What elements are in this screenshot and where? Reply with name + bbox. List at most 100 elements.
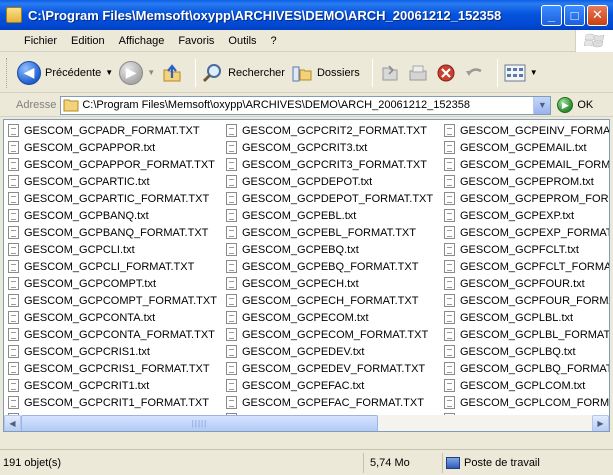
file-item[interactable]: GESCOM_GCPEINV_FORMAT.TXT — [444, 122, 609, 139]
delete-button[interactable] — [435, 57, 457, 89]
file-item[interactable]: GESCOM_GCPEFAC.txt — [226, 377, 433, 394]
text-file-icon — [8, 311, 19, 324]
file-item[interactable]: GESCOM_GCPCLI.txt — [8, 241, 217, 258]
up-folder-button[interactable] — [161, 57, 183, 89]
file-item[interactable]: GESCOM_GCPCRIT3_FORMAT.TXT — [226, 156, 433, 173]
views-dropdown-icon[interactable]: ▼ — [530, 68, 538, 77]
file-item[interactable]: GESCOM_GCPLBQ_FORMAT.TX — [444, 360, 609, 377]
address-input[interactable]: C:\Program Files\Memsoft\oxypp\ARCHIVES\… — [60, 95, 552, 115]
file-item[interactable]: GESCOM_GCPECOM.txt — [226, 309, 433, 326]
file-item[interactable]: GESCOM_GCPCRIT1.txt — [8, 377, 217, 394]
file-name: GESCOM_GCPCRIS1.txt — [24, 345, 150, 358]
forward-dropdown-icon[interactable]: ▼ — [147, 68, 155, 77]
file-item[interactable]: GESCOM_GCPEXP_FORMAT.TX — [444, 224, 609, 241]
file-item[interactable]: GESCOM_GCPECOM_FORMAT.TXT — [226, 326, 433, 343]
file-item[interactable]: GESCOM_GCPECH_FORMAT.TXT — [226, 292, 433, 309]
file-item[interactable]: GESCOM_GCPCLI_FORMAT.TXT — [8, 258, 217, 275]
file-item[interactable]: GESCOM_GCPECH.txt — [226, 275, 433, 292]
back-button[interactable]: ◀ Précédente ▼ — [17, 57, 113, 89]
menu-affichage[interactable]: Affichage — [112, 35, 172, 47]
file-item[interactable]: GESCOM_GCPLBQ.txt — [444, 343, 609, 360]
file-name: GESCOM_GCPEPROM_FORMAT — [460, 192, 609, 205]
back-dropdown-icon[interactable]: ▼ — [105, 68, 113, 77]
file-item[interactable]: GESCOM_GCPEMAIL_FORMAT — [444, 156, 609, 173]
file-item[interactable]: GESCOM_GCPFOUR.txt — [444, 275, 609, 292]
file-item[interactable]: GESCOM_GCPARTIC.txt — [8, 173, 217, 190]
file-item[interactable]: GESCOM_GCPCOMPT_FORMAT.TXT — [8, 292, 217, 309]
file-item[interactable]: GESCOM_GCPEXP.txt — [444, 207, 609, 224]
menu-favoris[interactable]: Favoris — [171, 35, 221, 47]
file-item[interactable]: GESCOM_GCPCONTA_FORMAT.TXT — [8, 326, 217, 343]
scroll-thumb[interactable]: ||||| — [21, 415, 378, 431]
file-item[interactable]: GESCOM_GCPLCOM.txt — [444, 377, 609, 394]
move-to-button[interactable] — [379, 57, 401, 89]
file-item[interactable]: GESCOM_GCPFCLT_FORMAT.T — [444, 258, 610, 275]
scroll-track[interactable]: ||||| — [21, 415, 592, 431]
address-dropdown-icon[interactable]: ▼ — [533, 96, 551, 114]
copy-to-button[interactable] — [407, 57, 429, 89]
menu-help[interactable]: ? — [264, 35, 284, 47]
file-name: GESCOM_GCPEPROM.txt — [460, 175, 594, 188]
file-item[interactable]: GESCOM_GCPEPROM.txt — [444, 173, 609, 190]
file-item[interactable]: GESCOM_GCPCRIS1.txt — [8, 343, 217, 360]
file-item[interactable]: GESCOM_GCPCRIT1_FORMAT.TXT — [8, 394, 217, 411]
text-file-icon — [444, 328, 455, 341]
file-item[interactable]: GESCOM_GCPDEPOT.txt — [226, 173, 433, 190]
undo-icon — [463, 62, 485, 84]
text-file-icon — [226, 345, 237, 358]
file-item[interactable]: GESCOM_GCPLCOM_FORMAT. — [444, 394, 609, 411]
file-item[interactable]: GESCOM_GCPCRIT2_FORMAT.TXT — [226, 122, 433, 139]
file-name: GESCOM_GCPARTIC_FORMAT.TXT — [24, 192, 210, 205]
text-file-icon — [8, 396, 19, 409]
file-list[interactable]: GESCOM_GCPADR_FORMAT.TXT GESCOM_GCPAPPOR.… — [3, 119, 610, 432]
close-button[interactable]: ✕ — [587, 4, 608, 26]
file-name: GESCOM_GCPFCLT_FORMAT.T — [460, 260, 610, 273]
file-item[interactable]: GESCOM_GCPEDEV_FORMAT.TXT — [226, 360, 433, 377]
title-bar[interactable]: C:\Program Files\Memsoft\oxypp\ARCHIVES\… — [0, 0, 613, 30]
file-item[interactable]: GESCOM_GCPLBL_FORMAT.TX — [444, 326, 609, 343]
file-item[interactable]: GESCOM_GCPARTIC_FORMAT.TXT — [8, 190, 217, 207]
forward-button[interactable]: ▶ ▼ — [119, 57, 155, 89]
file-item[interactable]: GESCOM_GCPBANQ_FORMAT.TXT — [8, 224, 217, 241]
views-button[interactable]: ▼ — [504, 57, 538, 89]
file-item[interactable]: GESCOM_GCPEBL_FORMAT.TXT — [226, 224, 433, 241]
file-item[interactable]: GESCOM_GCPCRIS1_FORMAT.TXT — [8, 360, 217, 377]
go-button[interactable]: ▶ OK — [557, 97, 593, 113]
file-item[interactable]: GESCOM_GCPEMAIL.txt — [444, 139, 609, 156]
search-button[interactable]: Rechercher — [202, 57, 285, 89]
file-item[interactable]: GESCOM_GCPEDEV.txt — [226, 343, 433, 360]
file-item[interactable]: GESCOM_GCPADR_FORMAT.TXT — [8, 122, 217, 139]
scroll-right-button[interactable]: ▶ — [592, 415, 609, 431]
file-item[interactable]: GESCOM_GCPCOMPT.txt — [8, 275, 217, 292]
toolbar-grip[interactable] — [6, 57, 9, 88]
folders-button[interactable]: Dossiers — [291, 57, 360, 89]
file-name: GESCOM_GCPCLI_FORMAT.TXT — [24, 260, 195, 273]
file-item[interactable]: GESCOM_GCPEFAC_FORMAT.TXT — [226, 394, 433, 411]
minimize-button[interactable]: _ — [541, 4, 562, 26]
scroll-left-button[interactable]: ◀ — [4, 415, 21, 431]
horizontal-scrollbar[interactable]: ◀ ||||| ▶ — [4, 415, 609, 431]
file-item[interactable]: GESCOM_GCPCONTA.txt — [8, 309, 217, 326]
file-item[interactable]: GESCOM_GCPEPROM_FORMAT — [444, 190, 609, 207]
file-item[interactable]: GESCOM_GCPEBQ.txt — [226, 241, 433, 258]
file-item[interactable]: GESCOM_GCPAPPOR_FORMAT.TXT — [8, 156, 217, 173]
file-name: GESCOM_GCPECOM_FORMAT.TXT — [242, 328, 429, 341]
file-item[interactable]: GESCOM_GCPLBL.txt — [444, 309, 609, 326]
file-item[interactable]: GESCOM_GCPAPPOR.txt — [8, 139, 217, 156]
file-name: GESCOM_GCPEDEV_FORMAT.TXT — [242, 362, 426, 375]
file-item[interactable]: GESCOM_GCPFCLT.txt — [444, 241, 609, 258]
back-arrow-icon: ◀ — [17, 60, 41, 85]
menu-edition[interactable]: Edition — [64, 35, 112, 47]
move-to-icon — [379, 62, 401, 84]
maximize-button[interactable]: □ — [564, 4, 585, 26]
file-item[interactable]: GESCOM_GCPEBQ_FORMAT.TXT — [226, 258, 433, 275]
text-file-icon — [226, 396, 237, 409]
file-item[interactable]: GESCOM_GCPCRIT3.txt — [226, 139, 433, 156]
file-item[interactable]: GESCOM_GCPBANQ.txt — [8, 207, 217, 224]
file-item[interactable]: GESCOM_GCPFOUR_FORMAT. — [444, 292, 609, 309]
undo-button[interactable] — [463, 57, 485, 89]
menu-fichier[interactable]: Fichier — [17, 35, 64, 47]
file-item[interactable]: GESCOM_GCPEBL.txt — [226, 207, 433, 224]
menu-outils[interactable]: Outils — [221, 35, 263, 47]
file-item[interactable]: GESCOM_GCPDEPOT_FORMAT.TXT — [226, 190, 433, 207]
